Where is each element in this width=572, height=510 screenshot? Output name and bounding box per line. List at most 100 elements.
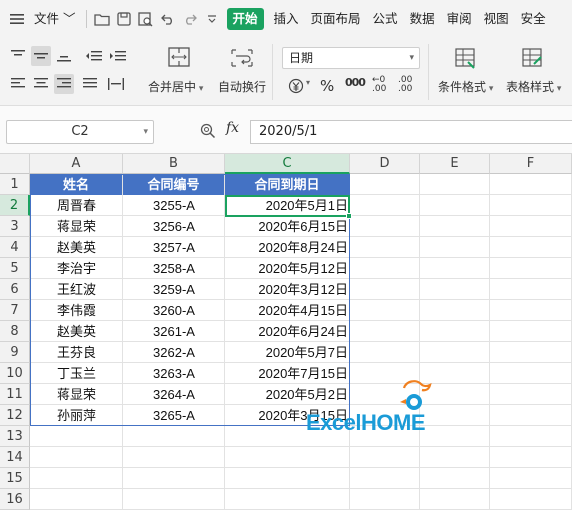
name-cell[interactable]: 周晋春: [30, 195, 123, 216]
header-cell[interactable]: 姓名: [30, 174, 122, 195]
due-date-cell[interactable]: 2020年5月12日: [225, 258, 350, 279]
currency-icon[interactable]: [286, 76, 306, 96]
percent-button[interactable]: %: [320, 77, 334, 95]
thousands-separator-button[interactable]: 000: [345, 76, 366, 89]
row-header-7[interactable]: 7: [0, 300, 30, 321]
spreadsheet-grid[interactable]: A B C D E F 1 2 3 4 5 6 7 8 9 10 11 12 13 14 15 16 姓名 合同…: [0, 154, 572, 510]
customize-dropdown-icon[interactable]: [201, 8, 223, 30]
name-cell[interactable]: 赵美英: [30, 237, 123, 258]
select-all-corner[interactable]: [0, 154, 30, 174]
fx-button[interactable]: fx: [226, 120, 239, 136]
save-icon[interactable]: [113, 8, 135, 30]
row-header-12[interactable]: 12: [0, 405, 30, 426]
header-cell[interactable]: 合同到期日: [225, 174, 349, 195]
table-style-icon[interactable]: [520, 46, 546, 70]
row-header-10[interactable]: 10: [0, 363, 30, 384]
name-cell[interactable]: 王芬良: [30, 342, 123, 363]
name-cell[interactable]: 蒋显荣: [30, 216, 123, 237]
column-header-f[interactable]: F: [490, 154, 572, 174]
zoom-search-icon[interactable]: [200, 123, 216, 142]
align-bottom-icon[interactable]: [54, 46, 74, 66]
contract-id-cell[interactable]: 3261-A: [123, 321, 225, 342]
due-date-cell[interactable]: 2020年5月1日: [225, 195, 350, 216]
align-center-icon[interactable]: [31, 74, 51, 94]
row-header-1[interactable]: 1: [0, 174, 30, 195]
contract-id-cell[interactable]: 3255-A: [123, 195, 225, 216]
name-cell[interactable]: 孙丽萍: [30, 405, 123, 426]
name-box[interactable]: C2 ▾: [6, 120, 154, 144]
wrap-text-button[interactable]: 自动换行: [218, 78, 266, 95]
conditional-format-button[interactable]: 条件格式 ▾: [438, 78, 493, 95]
name-cell[interactable]: 丁玉兰: [30, 363, 123, 384]
merge-center-icon[interactable]: [166, 46, 192, 70]
row-header-14[interactable]: 14: [0, 447, 30, 468]
row-header-5[interactable]: 5: [0, 258, 30, 279]
due-date-cell[interactable]: 2020年3月12日: [225, 279, 350, 300]
chevron-down-icon[interactable]: ▾: [306, 78, 310, 87]
due-date-cell[interactable]: 2020年4月15日: [225, 300, 350, 321]
decrease-decimal-button[interactable]: .00.00: [398, 76, 412, 94]
number-format-select[interactable]: 日期 ▾: [282, 47, 420, 69]
tab-home[interactable]: 开始: [226, 8, 264, 30]
justify-icon[interactable]: [80, 74, 100, 94]
tab-formulas[interactable]: 公式: [367, 0, 404, 38]
contract-id-cell[interactable]: 3264-A: [123, 384, 225, 405]
row-header-6[interactable]: 6: [0, 279, 30, 300]
fill-handle[interactable]: [346, 213, 352, 219]
due-date-cell[interactable]: 2020年6月15日: [225, 216, 350, 237]
due-date-cell[interactable]: 2020年6月24日: [225, 321, 350, 342]
due-date-cell[interactable]: 2020年8月24日: [225, 237, 350, 258]
table-style-button[interactable]: 表格样式 ▾: [506, 78, 561, 95]
hamburger-icon[interactable]: [6, 8, 28, 30]
open-folder-icon[interactable]: [91, 8, 113, 30]
increase-indent-icon[interactable]: [108, 46, 128, 66]
file-menu[interactable]: 文件 ﹀: [28, 0, 82, 38]
row-header-13[interactable]: 13: [0, 426, 30, 447]
tab-view[interactable]: 视图: [478, 0, 515, 38]
row-header-3[interactable]: 3: [0, 216, 30, 237]
row-header-9[interactable]: 9: [0, 342, 30, 363]
column-header-b[interactable]: B: [123, 154, 225, 174]
tab-insert[interactable]: 插入: [268, 0, 305, 38]
column-header-e[interactable]: E: [420, 154, 490, 174]
row-header-8[interactable]: 8: [0, 321, 30, 342]
formula-input[interactable]: 2020/5/1: [250, 120, 572, 144]
undo-icon[interactable]: [157, 8, 179, 30]
column-header-d[interactable]: D: [350, 154, 420, 174]
row-header-11[interactable]: 11: [0, 384, 30, 405]
row-header-16[interactable]: 16: [0, 489, 30, 510]
row-header-2[interactable]: 2: [0, 195, 30, 216]
tab-page-layout[interactable]: 页面布局: [305, 0, 367, 38]
contract-id-cell[interactable]: 3260-A: [123, 300, 225, 321]
align-right-icon[interactable]: [54, 74, 74, 94]
tab-data[interactable]: 数据: [404, 0, 441, 38]
decrease-indent-icon[interactable]: [84, 46, 104, 66]
name-cell[interactable]: 李伟霞: [30, 300, 123, 321]
tab-security[interactable]: 安全: [515, 0, 552, 38]
contract-id-cell[interactable]: 3262-A: [123, 342, 225, 363]
contract-id-cell[interactable]: 3265-A: [123, 405, 225, 426]
conditional-format-icon[interactable]: [453, 46, 479, 70]
contract-id-cell[interactable]: 3259-A: [123, 279, 225, 300]
redo-icon[interactable]: [179, 8, 201, 30]
tab-review[interactable]: 审阅: [441, 0, 478, 38]
align-left-icon[interactable]: [8, 74, 28, 94]
name-cell[interactable]: 李治宇: [30, 258, 123, 279]
wrap-text-icon[interactable]: [229, 46, 255, 70]
print-preview-icon[interactable]: [135, 8, 157, 30]
increase-decimal-button[interactable]: ←0.00: [372, 76, 386, 94]
contract-id-cell[interactable]: 3263-A: [123, 363, 225, 384]
contract-id-cell[interactable]: 3256-A: [123, 216, 225, 237]
merge-center-button[interactable]: 合并居中 ▾: [148, 78, 203, 95]
row-header-4[interactable]: 4: [0, 237, 30, 258]
row-header-15[interactable]: 15: [0, 468, 30, 489]
align-top-icon[interactable]: [8, 46, 28, 66]
align-middle-icon[interactable]: [31, 46, 51, 66]
column-header-a[interactable]: A: [30, 154, 123, 174]
column-header-c[interactable]: C: [225, 154, 350, 174]
header-cell[interactable]: 合同编号: [123, 174, 224, 195]
distributed-align-icon[interactable]: [106, 74, 126, 94]
due-date-cell[interactable]: 2020年5月7日: [225, 342, 350, 363]
contract-id-cell[interactable]: 3258-A: [123, 258, 225, 279]
name-cell[interactable]: 蒋显荣: [30, 384, 123, 405]
